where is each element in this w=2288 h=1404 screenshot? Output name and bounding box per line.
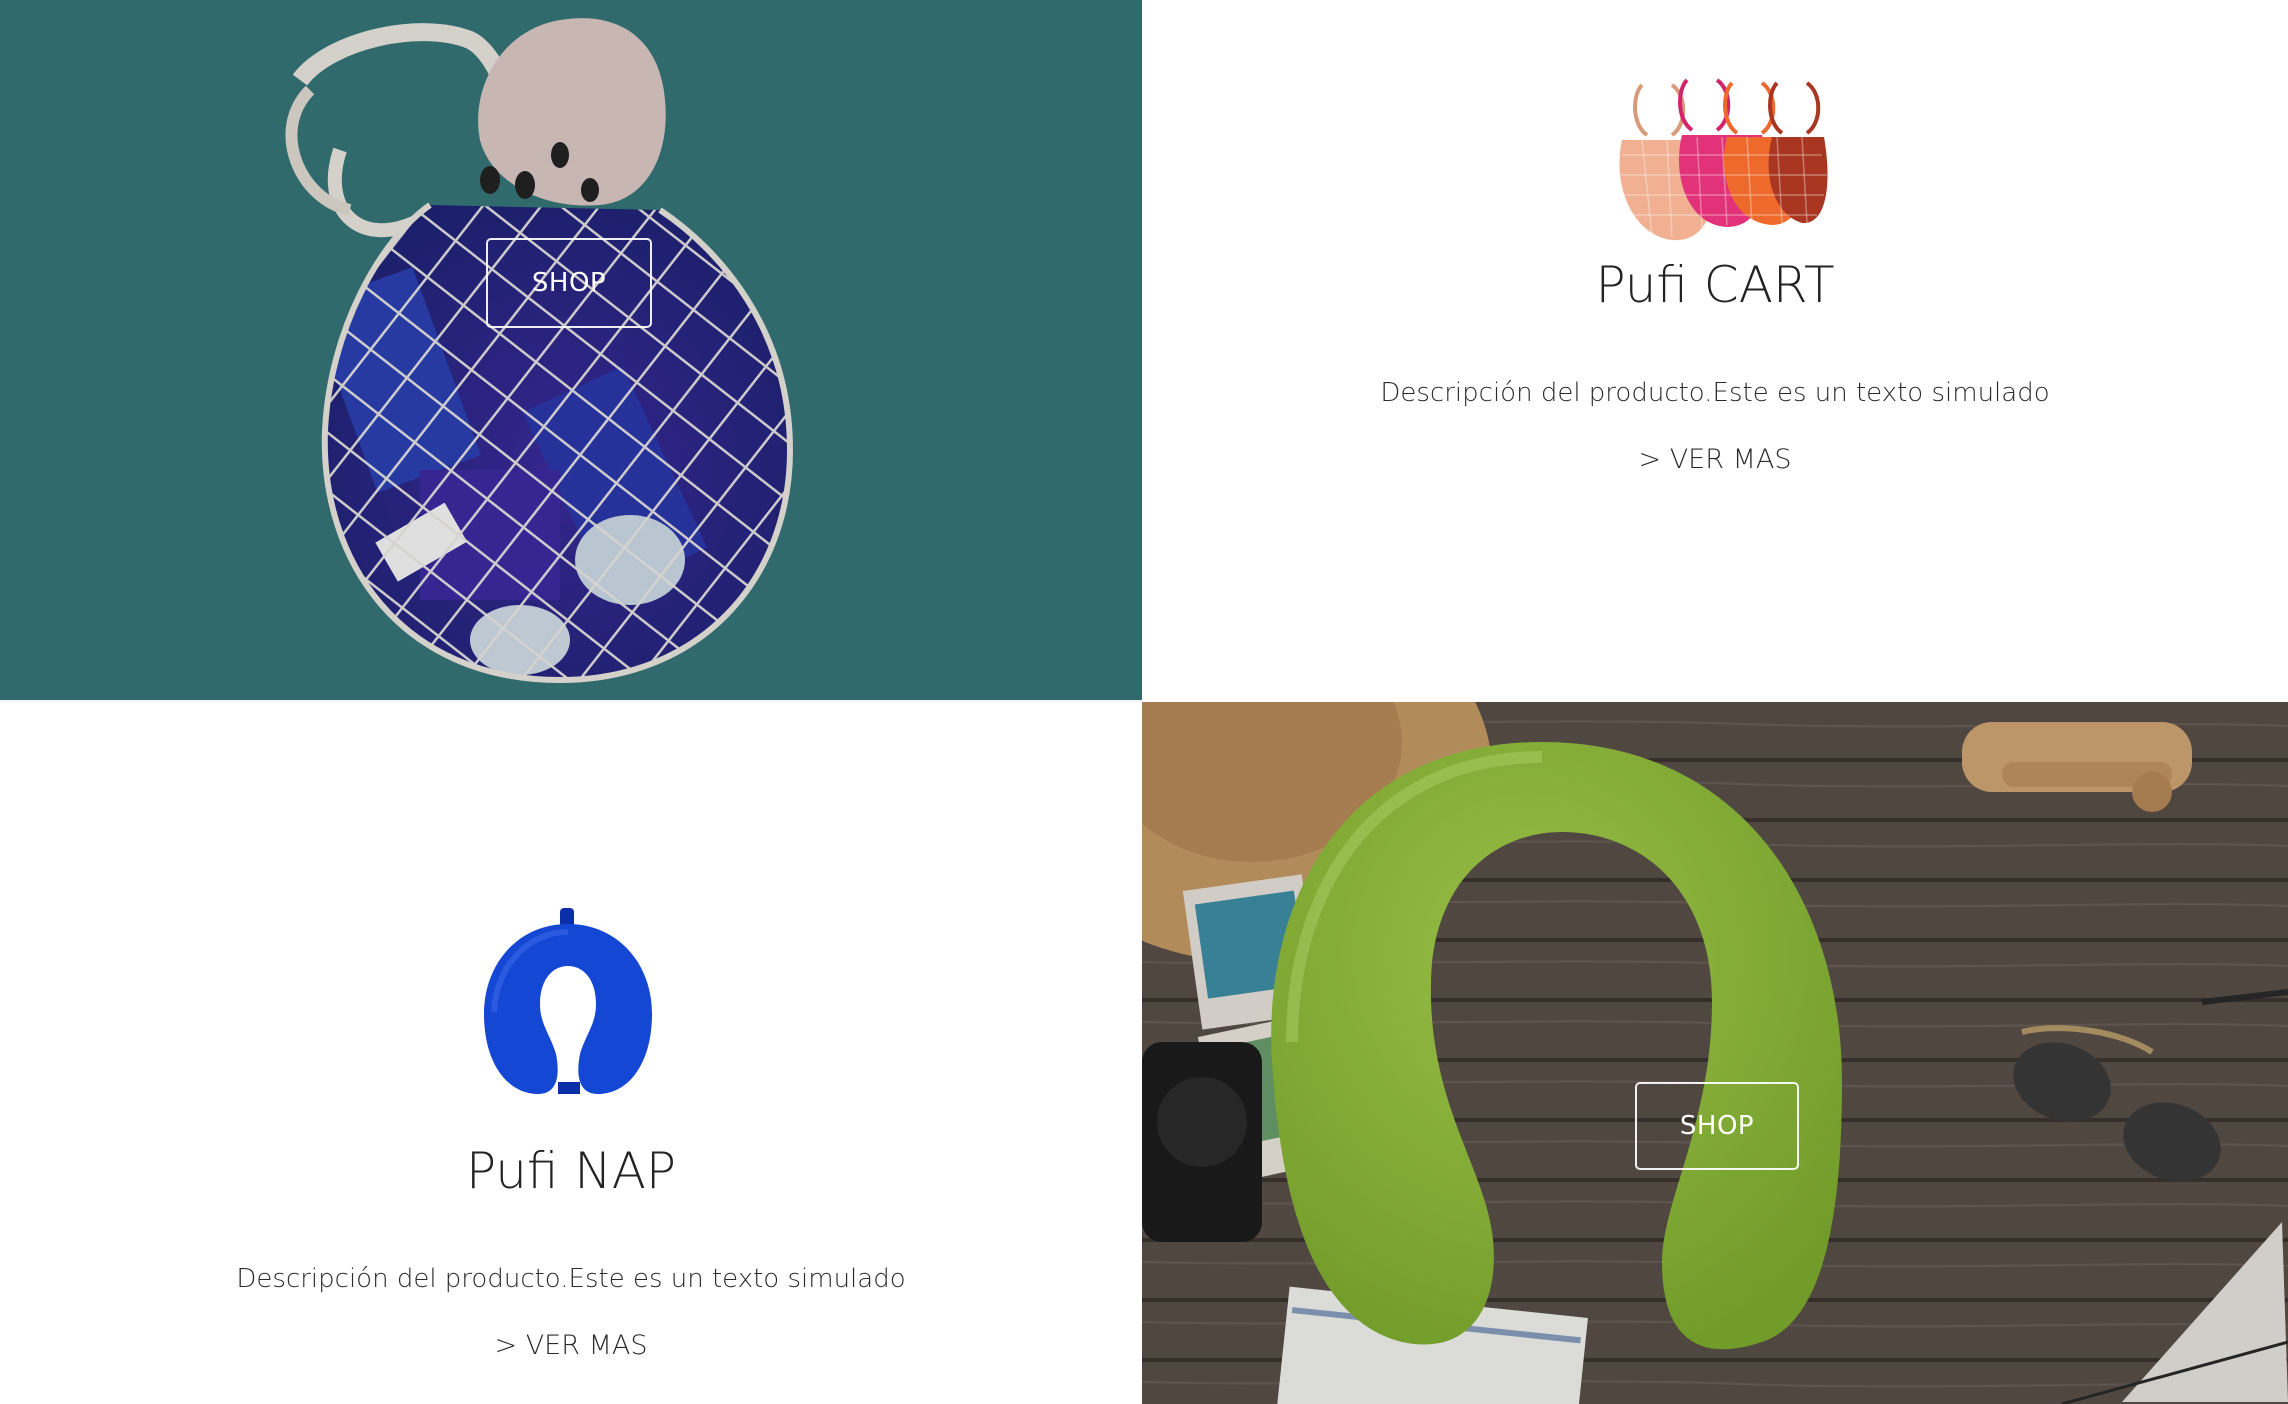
product-title: Pufi CART: [1595, 256, 1835, 314]
cart-info-panel: Pufi CART Descripción del producto.Este …: [1142, 0, 2288, 702]
cart-product-image: [1619, 78, 1828, 241]
product-title: Pufi NAP: [465, 1142, 677, 1200]
nap-info-panel: Pufi NAP Descripción del producto.Este e…: [0, 702, 1142, 1404]
nap-banner-image: [1142, 702, 2288, 1404]
ver-mas-link[interactable]: > VER MAS: [1142, 444, 2288, 475]
nap-banner[interactable]: SHOP: [1142, 702, 2288, 1404]
nap-info: Pufi NAP Descripción del producto.Este e…: [0, 1142, 1142, 1361]
product-description: Descripción del producto.Este es un text…: [1380, 378, 2050, 408]
product-description: Descripción del producto.Este es un text…: [236, 1264, 906, 1294]
ver-mas-link[interactable]: > VER MAS: [0, 1330, 1142, 1361]
cart-info: Pufi CART Descripción del producto.Este …: [1142, 256, 2288, 475]
nap-shop-button[interactable]: SHOP: [1635, 1082, 1799, 1170]
product-grid: SHOP Pufi CART Descripción del producto.: [0, 0, 2288, 1404]
cart-banner[interactable]: SHOP: [0, 0, 1142, 702]
nap-product-image: [484, 908, 652, 1094]
cart-shop-button[interactable]: SHOP: [486, 238, 652, 328]
cart-banner-image: [0, 0, 1142, 702]
